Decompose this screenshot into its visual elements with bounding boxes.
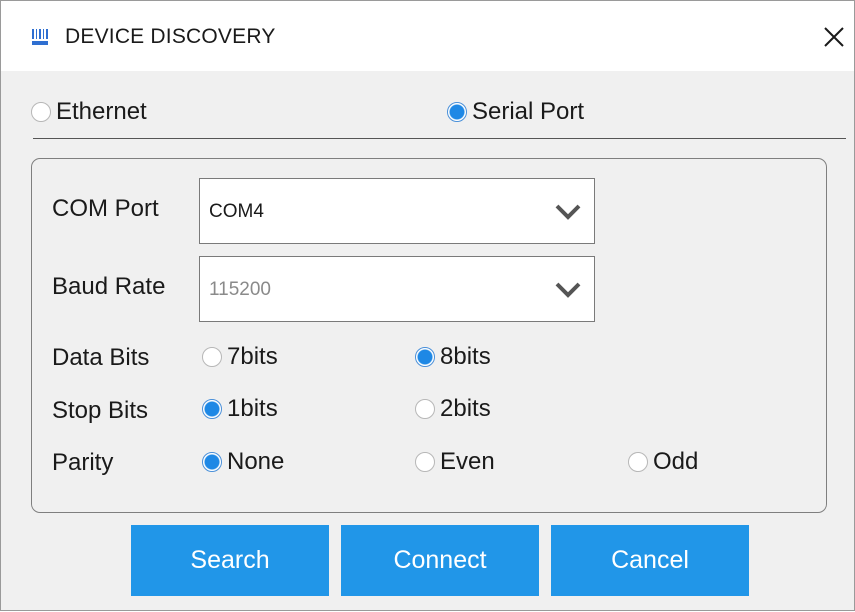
radio-parity-none-indicator (202, 452, 222, 472)
radio-parity-even-label: Even (440, 448, 495, 475)
baud-rate-label: Baud Rate (52, 273, 166, 300)
radio-serial-port-label: Serial Port (472, 98, 585, 125)
chevron-down-icon (555, 282, 581, 298)
dialog-content: Ethernet Serial Port COM Port COM4 Baud … (9, 71, 846, 612)
radio-stop-bits-1-label: 1bits (227, 395, 278, 422)
radio-parity-even[interactable]: Even (415, 448, 495, 476)
radio-stop-bits-2-indicator (415, 399, 435, 419)
radio-ethernet-label: Ethernet (56, 98, 147, 125)
baud-rate-select[interactable]: 115200 (199, 256, 595, 322)
com-port-value: COM4 (209, 201, 264, 222)
com-port-label: COM Port (52, 195, 159, 222)
radio-data-bits-8-indicator (415, 347, 435, 367)
chevron-down-icon (555, 204, 581, 220)
title-bar: DEVICE DISCOVERY (1, 1, 854, 71)
radio-serial-port[interactable]: Serial Port (447, 98, 584, 126)
com-port-select[interactable]: COM4 (199, 178, 595, 244)
radio-parity-odd-label: Odd (653, 448, 699, 475)
search-button[interactable]: Search (131, 525, 329, 596)
radio-parity-even-indicator (415, 452, 435, 472)
radio-parity-none[interactable]: None (202, 448, 284, 476)
stop-bits-label: Stop Bits (52, 397, 149, 424)
parity-label: Parity (52, 449, 114, 476)
radio-parity-odd[interactable]: Odd (628, 448, 698, 476)
close-icon[interactable] (820, 23, 848, 51)
radio-parity-odd-indicator (628, 452, 648, 472)
divider (33, 138, 846, 139)
radio-ethernet[interactable]: Ethernet (31, 98, 147, 126)
radio-stop-bits-1-indicator (202, 399, 222, 419)
radio-stop-bits-2-label: 2bits (440, 395, 491, 422)
radio-data-bits-8-label: 8bits (440, 343, 491, 370)
radio-serial-port-indicator (447, 102, 467, 122)
radio-parity-none-label: None (227, 448, 285, 475)
radio-data-bits-7-indicator (202, 347, 222, 367)
radio-data-bits-7-label: 7bits (227, 343, 278, 370)
radio-data-bits-7[interactable]: 7bits (202, 343, 278, 371)
baud-rate-value: 115200 (209, 279, 271, 300)
device-discovery-dialog: DEVICE DISCOVERY Ethernet Serial Port CO… (0, 0, 855, 611)
connect-button[interactable]: Connect (341, 525, 539, 596)
radio-data-bits-8[interactable]: 8bits (415, 343, 491, 371)
radio-ethernet-indicator (31, 102, 51, 122)
data-bits-label: Data Bits (52, 344, 150, 371)
cancel-button[interactable]: Cancel (551, 525, 749, 596)
barcode-scanner-icon (32, 29, 48, 45)
radio-stop-bits-1[interactable]: 1bits (202, 395, 278, 423)
radio-stop-bits-2[interactable]: 2bits (415, 395, 491, 423)
window-title: DEVICE DISCOVERY (65, 25, 276, 48)
